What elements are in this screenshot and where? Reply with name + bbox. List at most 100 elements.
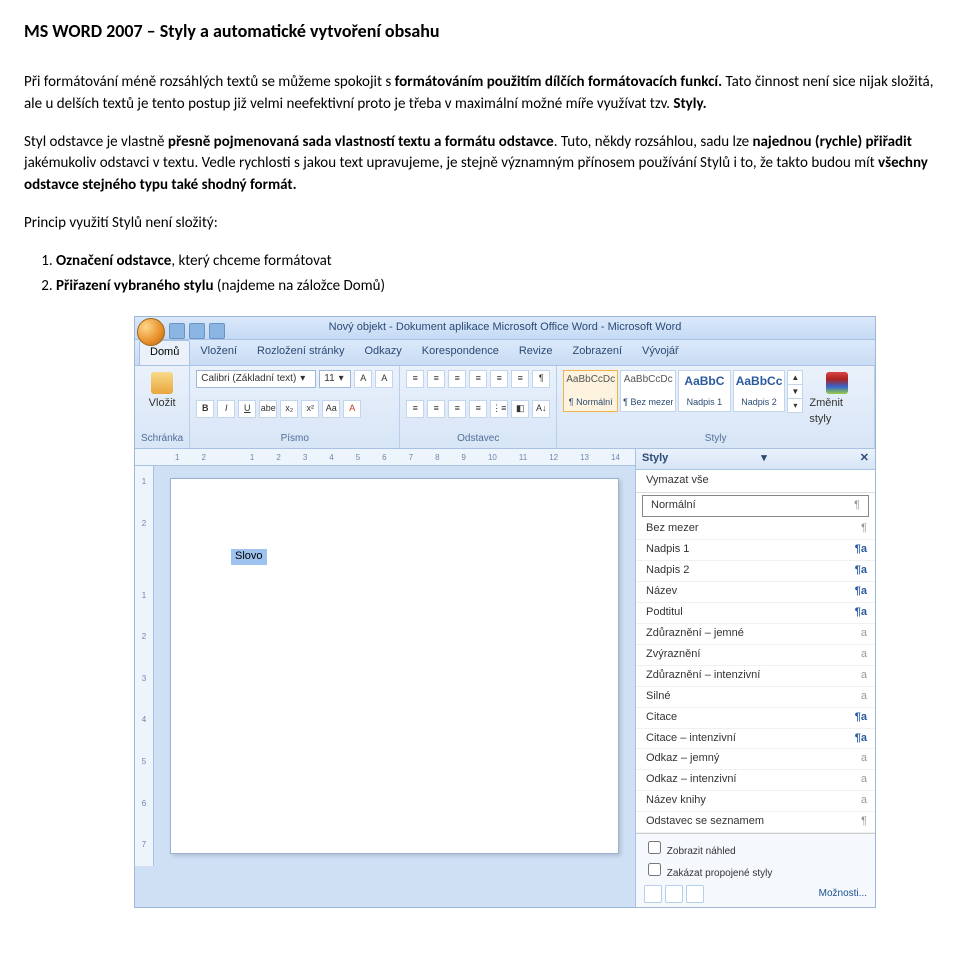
strike-button[interactable]: abe [259,400,277,418]
borders-button[interactable]: A↓ [532,400,550,418]
show-marks-button[interactable]: ¶ [532,370,550,388]
list-item: Přiřazení vybraného stylu (najdeme na zá… [56,276,936,298]
align-right-button[interactable]: ≡ [448,400,466,418]
style-mark-icon: a [861,772,867,788]
align-center-button[interactable]: ≡ [427,400,445,418]
subscript-button[interactable]: x₂ [280,400,298,418]
document-page[interactable]: Slovo [170,478,619,854]
tab-references[interactable]: Odkazy [354,340,411,365]
align-left-button[interactable]: ≡ [406,400,424,418]
tab-developer[interactable]: Vývojář [632,340,689,365]
style-mark-icon: ¶ [861,814,867,830]
shading-button[interactable]: ◧ [511,400,529,418]
style-label: ¶ Normální [566,396,615,409]
selected-text[interactable]: Slovo [231,549,267,565]
office-button[interactable] [137,318,165,346]
style-row[interactable]: Nadpis 1¶a [636,540,875,561]
increase-indent-button[interactable]: ≡ [490,370,508,388]
change-styles-button[interactable]: Změnit styly [805,370,868,430]
qat-save-icon[interactable] [169,323,185,339]
style-row[interactable]: Název¶a [636,582,875,603]
style-row[interactable]: Odkaz – intenzivnía [636,770,875,791]
ribbon: Vložit Schránka Calibri (Základní text)▾… [135,366,875,449]
line-spacing-button[interactable]: ⋮≡ [490,400,508,418]
style-row[interactable]: Citace¶a [636,708,875,729]
chevron-down-icon[interactable]: ▾ [761,451,767,467]
style-row[interactable]: Bez mezer¶ [636,519,875,540]
style-mark-icon: ¶a [855,563,867,579]
show-preview-checkbox[interactable]: Zobrazit náhled [644,838,867,860]
style-row[interactable]: Odkaz – jemnýa [636,749,875,770]
font-name-combo[interactable]: Calibri (Základní text)▾ [196,370,316,389]
paste-button[interactable]: Vložit [141,370,183,414]
style-row[interactable]: Odstavec se seznamem¶ [636,812,875,833]
close-icon[interactable]: ✕ [860,451,869,467]
style-row[interactable]: Zdůraznění – jemnéa [636,624,875,645]
decrease-indent-button[interactable]: ≡ [469,370,487,388]
shrink-font-button[interactable]: A [375,370,393,388]
sort-button[interactable]: ≡ [511,370,529,388]
gallery-down-button[interactable]: ▼ [788,385,802,399]
tab-page-layout[interactable]: Rozložení stránky [247,340,354,365]
gallery-more-button[interactable]: ▾ [788,399,802,412]
style-row[interactable]: Název knihya [636,791,875,812]
multilevel-button[interactable]: ≡ [448,370,466,388]
horizontal-ruler[interactable]: 1212345678910111213141516 [135,449,635,466]
steps-list: Označení odstavce, který chceme formátov… [56,251,936,299]
style-row[interactable]: Zdůraznění – intenzivnía [636,666,875,687]
style-name: Název knihy [646,793,706,809]
style-row[interactable]: Zvýrazněnía [636,645,875,666]
change-case-button[interactable]: Aa [322,400,340,418]
manage-styles-icon[interactable] [686,885,704,903]
style-mark-icon: a [861,626,867,642]
superscript-button[interactable]: x² [301,400,319,418]
qat-undo-icon[interactable] [189,323,205,339]
style-tile-nospacing[interactable]: AaBbCcDc ¶ Bez mezer [620,370,676,412]
font-color-button[interactable]: A [343,400,361,418]
style-name: Nadpis 2 [646,563,689,579]
style-mark-icon: ¶a [855,542,867,558]
new-style-icon[interactable] [644,885,662,903]
clear-all-button[interactable]: Vymazat vše [636,470,875,493]
numbering-button[interactable]: ≡ [427,370,445,388]
style-row[interactable]: Nadpis 2 ¶a [636,561,875,582]
justify-button[interactable]: ≡ [469,400,487,418]
vertical-ruler[interactable]: 12123456789 [135,466,154,866]
text: Při formátování méně rozsáhlých textů se… [24,73,395,91]
tab-view[interactable]: Zobrazení [562,340,632,365]
group-label: Schránka [141,432,183,447]
style-tile-heading1[interactable]: AaBbC Nadpis 1 [678,370,731,412]
font-size-combo[interactable]: 11▾ [319,370,351,389]
style-name: Podtitul [646,605,683,621]
group-paragraph: ≡ ≡ ≡ ≡ ≡ ≡ ¶ ≡ ≡ ≡ ≡ ⋮≡ ◧ A↓ Odstavec [400,366,557,448]
style-mark-icon: ¶a [855,605,867,621]
gallery-up-button[interactable]: ▲ [788,371,802,385]
paragraph-1: Při formátování méně rozsáhlých textů se… [24,72,936,116]
style-inspector-icon[interactable] [665,885,683,903]
style-row[interactable]: Podtitul ¶a [636,603,875,624]
list-item: Označení odstavce, který chceme formátov… [56,251,936,273]
style-row[interactable]: Citace – intenzivní¶a [636,729,875,750]
tab-mailings[interactable]: Korespondence [412,340,509,365]
grow-font-button[interactable]: A [354,370,372,388]
tab-insert[interactable]: Vložení [190,340,247,365]
disable-linked-checkbox[interactable]: Zakázat propojené styly [644,860,867,882]
style-name: Normální [651,498,696,514]
style-tile-normal[interactable]: AaBbCcDc ¶ Normální [563,370,618,412]
bold-button[interactable]: B [196,400,214,418]
bullets-button[interactable]: ≡ [406,370,424,388]
style-row[interactable]: Normální¶ [642,495,869,517]
chevron-down-icon: ▾ [339,372,344,387]
tab-review[interactable]: Revize [509,340,563,365]
style-name: Zvýraznění [646,647,700,663]
style-tile-heading2[interactable]: AaBbCc Nadpis 2 [733,370,786,412]
qat-redo-icon[interactable] [209,323,225,339]
style-preview: AaBbCc [736,373,783,390]
styles-gallery: AaBbCcDc ¶ Normální AaBbCcDc ¶ Bez mezer… [563,370,868,430]
group-label: Odstavec [406,432,550,447]
style-row[interactable]: Silnéa [636,687,875,708]
text-bold: formátováním použitím dílčích formátovac… [395,73,722,91]
options-link[interactable]: Možnosti... [819,887,867,902]
underline-button[interactable]: U [238,400,256,418]
italic-button[interactable]: I [217,400,235,418]
